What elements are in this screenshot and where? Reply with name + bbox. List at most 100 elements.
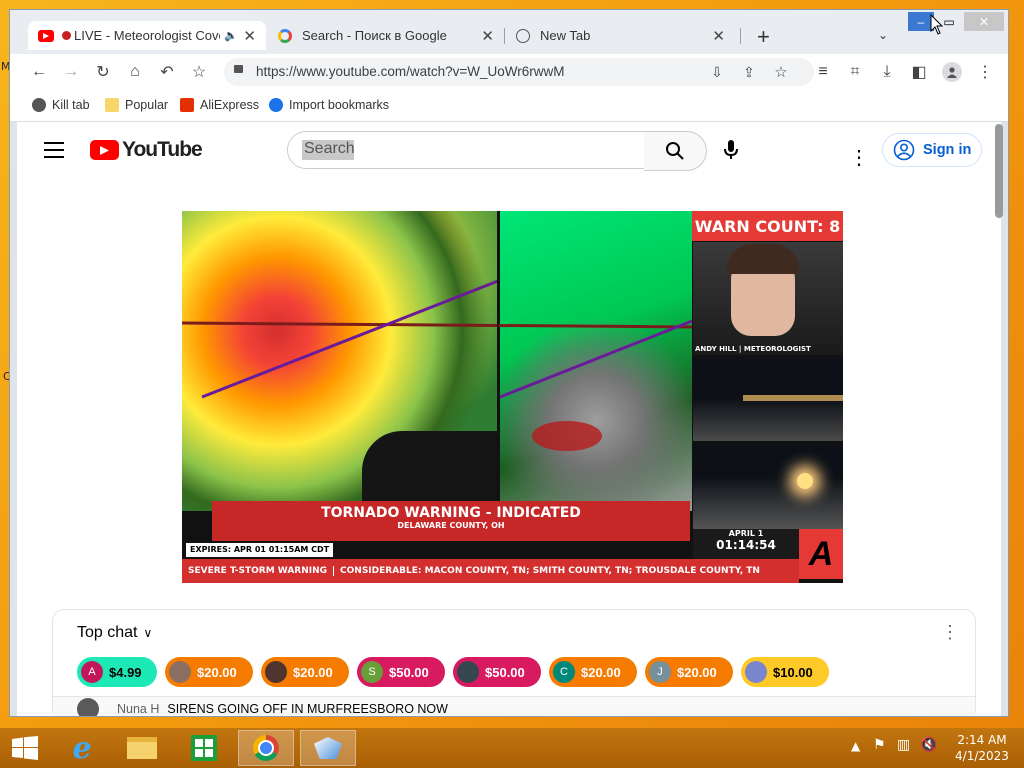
action-center-flag-icon[interactable]: ⚑ xyxy=(873,737,886,753)
app-icon[interactable] xyxy=(300,730,356,766)
avatar: J xyxy=(649,661,671,683)
top-chat-dropdown[interactable]: Top chat ∨ xyxy=(77,624,152,642)
close-window-icon[interactable]: ✕ xyxy=(964,12,1004,31)
menu-kebab-icon[interactable]: ⋮ xyxy=(976,63,994,81)
url-text[interactable]: https://www.youtube.com/watch?v=W_UoWr6r… xyxy=(256,64,564,79)
bookmark-label: Kill tab xyxy=(52,98,90,112)
folder-icon xyxy=(105,98,119,112)
close-tab-icon[interactable]: ✕ xyxy=(243,27,256,45)
avatar xyxy=(169,661,191,683)
new-tab-plus-icon[interactable]: + xyxy=(757,24,770,50)
close-tab-icon[interactable]: ✕ xyxy=(712,27,725,45)
store-icon[interactable] xyxy=(176,730,232,766)
undo-icon[interactable]: ↶ xyxy=(158,63,176,81)
speaker-icon[interactable]: 🔈 xyxy=(224,29,238,42)
video-player[interactable]: WARN COUNT: 8 ANDY HILL | METEOROLOGIST … xyxy=(182,211,843,583)
home-icon[interactable]: ⌂ xyxy=(126,63,144,81)
youtube-logo[interactable]: YouTube xyxy=(90,138,203,162)
super-chat-amount: $50.00 xyxy=(485,664,525,680)
internet-explorer-icon[interactable]: e xyxy=(54,730,110,766)
super-chat-chip[interactable]: $50.00 xyxy=(453,657,541,687)
super-chat-amount: $20.00 xyxy=(293,664,333,680)
reading-list-icon[interactable]: ≡ xyxy=(814,63,832,81)
share-icon[interactable]: ⇪ xyxy=(740,63,758,81)
bookmark-aliexpress[interactable]: AliExpress xyxy=(180,98,259,112)
avatar xyxy=(745,661,767,683)
ticker-text: CONSIDERABLE: MACON COUNTY, TN; SMITH CO… xyxy=(340,566,760,576)
search-input[interactable] xyxy=(302,139,626,159)
street-camera-2 xyxy=(693,443,843,529)
avatar xyxy=(457,661,479,683)
super-chat-chip[interactable]: $20.00 xyxy=(165,657,253,687)
tab-google-search[interactable]: Search - Поиск в Google ✕ xyxy=(272,21,504,50)
super-chat-chip[interactable]: J $20.00 xyxy=(645,657,733,687)
chat-author[interactable]: Nuna H xyxy=(117,702,159,716)
youtube-play-icon xyxy=(90,140,119,160)
volume-muted-icon[interactable]: 🔇 xyxy=(920,737,937,753)
super-chat-chip[interactable]: $10.00 xyxy=(741,657,829,687)
close-tab-icon[interactable]: ✕ xyxy=(481,27,494,45)
avatar: S xyxy=(361,661,383,683)
star-bookmark-icon[interactable]: ☆ xyxy=(190,63,208,81)
bookmarks-bar: Kill tab Popular AliExpress Import bookm… xyxy=(10,91,1008,122)
clock-text: 01:14:54 xyxy=(716,538,776,552)
tab-strip: LIVE - Meteorologist Cover 🔈 ✕ Search - … xyxy=(10,10,1008,54)
super-chat-amount: $20.00 xyxy=(677,664,717,680)
tornado-warning-banner: TORNADO WARNING - INDICATED DELAWARE COU… xyxy=(212,501,690,541)
download-icon[interactable]: ⤓ xyxy=(878,63,896,81)
account-icon xyxy=(893,139,915,161)
avatar: A xyxy=(81,661,103,683)
search-box[interactable] xyxy=(287,131,646,169)
file-explorer-icon[interactable] xyxy=(114,730,170,766)
super-chat-chip[interactable]: $20.00 xyxy=(261,657,349,687)
page-scrollbar[interactable] xyxy=(995,124,1003,218)
super-chat-chip[interactable]: C $20.00 xyxy=(549,657,637,687)
reload-icon[interactable]: ↻ xyxy=(94,63,112,81)
tab-youtube-live[interactable]: LIVE - Meteorologist Cover 🔈 ✕ xyxy=(28,21,266,50)
side-panel-icon[interactable]: ◧ xyxy=(910,63,928,81)
chevron-down-icon: ∨ xyxy=(143,626,153,640)
super-chat-amount: $4.99 xyxy=(109,664,142,680)
start-button[interactable] xyxy=(0,730,50,766)
bookmark-import[interactable]: Import bookmarks xyxy=(269,98,389,112)
super-chat-chip[interactable]: A $4.99 xyxy=(77,657,157,687)
settings-kebab-icon[interactable]: ⋮ xyxy=(849,145,869,170)
live-dot-icon xyxy=(62,31,71,40)
profile-avatar-icon[interactable] xyxy=(942,62,962,82)
warn-count-banner: WARN COUNT: 8 xyxy=(692,211,843,241)
address-bar[interactable]: https://www.youtube.com/watch?v=W_UoWr6r… xyxy=(224,58,814,86)
crop-icon[interactable]: ⌗ xyxy=(846,63,864,81)
live-chat-panel: Top chat ∨ ⋮ A $4.99 $20.00 $20.00 S $50.00 $5… xyxy=(52,609,976,716)
ticker-label: SEVERE T-STORM WARNING xyxy=(182,566,335,576)
bookmark-star-icon[interactable]: ☆ xyxy=(772,63,790,81)
clock-time: 2:14 AM xyxy=(957,733,1007,747)
taskbar: e ▲ ⚑ ▥ 🔇 2:14 AM 4/1/2023 xyxy=(0,728,1024,768)
meteorologist-webcam: ANDY HILL | METEOROLOGIST xyxy=(693,242,843,355)
avatar xyxy=(265,661,287,683)
search-button[interactable] xyxy=(644,131,707,171)
tab-new-tab[interactable]: New Tab ✕ xyxy=(510,21,735,50)
system-clock[interactable]: 2:14 AM 4/1/2023 xyxy=(955,732,1009,764)
hamburger-menu-icon[interactable] xyxy=(44,142,64,158)
chat-menu-kebab-icon[interactable]: ⋮ xyxy=(941,622,959,643)
avatar xyxy=(77,698,99,716)
show-hidden-icons-icon[interactable]: ▲ xyxy=(851,739,860,753)
google-icon xyxy=(278,28,292,43)
avatar: C xyxy=(553,661,575,683)
super-chat-amount: $50.00 xyxy=(389,664,429,680)
chrome-icon[interactable] xyxy=(238,730,294,766)
tab-search-chevron-icon[interactable]: ⌄ xyxy=(878,28,888,42)
super-chat-chip[interactable]: S $50.00 xyxy=(357,657,445,687)
forward-arrow-icon[interactable]: → xyxy=(62,63,80,81)
bookmark-kill-tab[interactable]: Kill tab xyxy=(32,98,90,112)
network-icon[interactable]: ▥ xyxy=(897,737,910,753)
mouse-cursor-icon xyxy=(930,14,944,35)
sign-in-button[interactable]: Sign in xyxy=(882,133,982,167)
anchor-caption: ANDY HILL | METEOROLOGIST xyxy=(695,345,811,353)
microphone-icon[interactable] xyxy=(721,139,757,175)
install-app-icon[interactable]: ⇩ xyxy=(708,63,726,81)
bookmark-popular[interactable]: Popular xyxy=(105,98,168,112)
youtube-page: YouTube ⋮ Sign in xyxy=(17,122,1001,716)
tab-title: New Tab xyxy=(540,28,591,43)
back-arrow-icon[interactable]: ← xyxy=(30,63,48,81)
